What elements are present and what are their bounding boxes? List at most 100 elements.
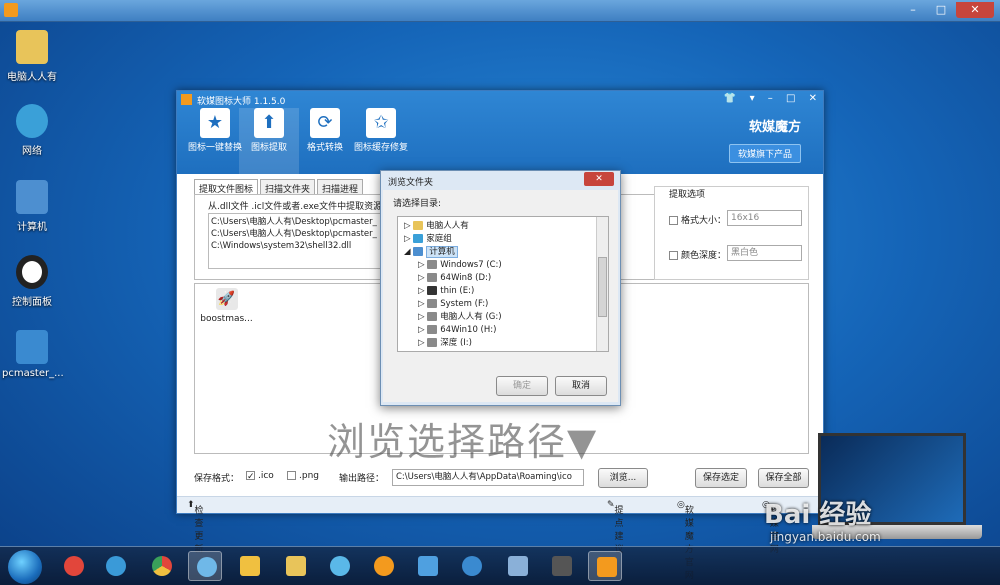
tool-label: 格式转换 (306, 143, 343, 153)
file-icon (16, 330, 48, 364)
app-icon (197, 557, 217, 577)
taskbar (0, 546, 1000, 585)
dialog-cancel-button[interactable]: 取消 (555, 376, 607, 396)
desktop-icon-user-folder[interactable]: 电脑人人有 (2, 30, 62, 83)
tree-scrollbar[interactable] (596, 217, 608, 351)
feedback-link[interactable]: ✎ 提点建议 (607, 500, 624, 555)
dialog-close-button[interactable]: ✕ (584, 172, 614, 186)
depth-checkbox[interactable] (669, 251, 678, 260)
tool-icon-extract[interactable]: ⬆ 图标提取 (239, 108, 299, 174)
app-window-controls: 👕 ▾ – □ ✕ (714, 93, 817, 104)
tree-item[interactable]: ▷ thin (E:) (418, 285, 474, 297)
desktop-icon-computer[interactable]: 计算机 (2, 180, 62, 233)
save-bar: 保存格式： ✓ .ico .png 输出路径： C:\Users\电脑人人有\Ap… (194, 467, 809, 489)
drive-icon (427, 338, 438, 347)
tree-item[interactable]: ▷ 家庭组 (404, 233, 452, 245)
ico-option[interactable]: ✓ .ico (246, 471, 274, 482)
tree-item[interactable]: ▷ System (F:) (418, 298, 488, 310)
depth-option-row: 颜色深度： 黑白色 (669, 245, 802, 261)
browse-button[interactable]: 浏览... (598, 468, 648, 488)
app-icon (330, 556, 350, 576)
close-button[interactable]: ✕ (809, 93, 817, 104)
skin-icon[interactable]: 👕 (724, 93, 736, 104)
source-paths-list[interactable]: C:\Users\电脑人人有\Desktop\pcmaster_ C:\User… (208, 213, 392, 269)
instruction-overlay: 浏览选择路径▼ (327, 420, 599, 464)
start-button[interactable] (8, 550, 42, 584)
depth-label: 颜色深度： (681, 251, 727, 261)
taskbar-app-10[interactable] (454, 551, 488, 581)
size-checkbox[interactable] (669, 216, 678, 225)
taskbar-app-11[interactable] (500, 551, 534, 581)
extract-options-box (654, 186, 809, 280)
tree-item[interactable]: ▷ 电脑人人有 (404, 220, 469, 232)
tool-format-convert[interactable]: ⟳ 格式转换 (295, 108, 355, 154)
menu-icon[interactable]: ▾ (750, 93, 755, 104)
tool-one-click-replace[interactable]: ★ 图标一键替换 (185, 108, 245, 154)
app-icon[interactable] (4, 3, 18, 17)
site-link-1[interactable]: ◎ 软媒魔方官网 (677, 500, 694, 581)
brand-title: 软媒魔方 (748, 120, 801, 135)
folder-tree[interactable]: ▷ 电脑人人有 ▷ 家庭组 ◢ 计算机 ▷ Windows7 (C:) ▷ 64… (397, 216, 609, 352)
save-all-button[interactable]: 保存全部 (758, 468, 809, 488)
tree-item[interactable]: ▷ 深度 (I:) (418, 337, 472, 349)
desktop-icon-pcmaster[interactable]: pcmaster_... (2, 330, 64, 379)
desktop-icon-label: 计算机 (17, 222, 47, 233)
scrollbar-thumb[interactable] (598, 257, 607, 317)
drive-icon (427, 286, 438, 295)
folder-icon (16, 30, 48, 64)
upload-arrow-icon: ⬆ (254, 108, 284, 138)
check-update-link[interactable]: ⬆ 检查更新 (187, 500, 204, 555)
tree-item-label: 64Win8 (D:) (440, 273, 492, 283)
taskbar-app-8[interactable] (366, 551, 400, 581)
png-option[interactable]: .png (287, 471, 319, 481)
maximize-button[interactable]: □ (928, 2, 954, 18)
taskbar-app-12[interactable] (544, 551, 578, 581)
tree-item-selected[interactable]: ◢ 计算机 (404, 246, 458, 258)
extracted-icon-item[interactable]: 🚀 boostmas... (199, 288, 254, 324)
extract-options-title: 提取选项 (669, 190, 706, 200)
tree-item[interactable]: ▷ 64Win10 (H:) (418, 324, 496, 336)
desktop-icon-network[interactable]: 网络 (2, 104, 62, 157)
computer-icon (413, 247, 424, 256)
maximize-button[interactable]: □ (786, 93, 795, 104)
icon-master-icon (597, 557, 617, 577)
size-select[interactable]: 16x16 (727, 210, 802, 226)
dialog-ok-button[interactable]: 确定 (496, 376, 548, 396)
app-icon (418, 556, 438, 576)
taskbar-app-13[interactable] (588, 551, 622, 581)
close-button[interactable]: ✕ (956, 2, 994, 18)
source-path: C:\Windows\system32\shell32.dll (211, 241, 352, 251)
taskbar-ie[interactable] (98, 551, 132, 581)
taskbar-app-9[interactable] (410, 551, 444, 581)
tree-item-label: 电脑人人有 (426, 221, 469, 231)
drive-icon (427, 312, 438, 321)
tree-item[interactable]: ▷ 64Win8 (D:) (418, 272, 491, 284)
app-title: 软媒图标大师 1.1.5.0 (197, 97, 286, 107)
save-selected-button[interactable]: 保存选定 (695, 468, 747, 488)
minimize-button[interactable]: – (900, 2, 926, 18)
taskbar-explorer[interactable] (278, 551, 312, 581)
star-icon: ★ (200, 108, 230, 138)
tool-cache-repair[interactable]: ✩ 图标缓存修复 (351, 108, 411, 154)
ico-checkbox[interactable]: ✓ (246, 471, 255, 482)
refresh-icon: ⟳ (310, 108, 340, 138)
tree-item-label: 深度 (I:) (440, 338, 472, 348)
taskbar-app-5[interactable] (232, 551, 266, 581)
desktop-icon-control-panel[interactable]: 控制面板 (2, 255, 62, 308)
output-path-label: 输出路径： (339, 474, 385, 484)
desktop-icon-label: 电脑人人有 (7, 72, 57, 83)
tool-label: 图标提取 (250, 143, 287, 153)
minimize-button[interactable]: – (768, 93, 773, 104)
output-path-field[interactable]: C:\Users\电脑人人有\AppData\Roaming\ico (392, 469, 584, 486)
brand-products-button[interactable]: 软媒旗下产品 (728, 144, 801, 163)
taskbar-app-7[interactable] (322, 551, 356, 581)
tree-item[interactable]: ▷ 电脑人人有 (G:) (418, 311, 502, 323)
taskbar-app-1[interactable] (56, 551, 90, 581)
depth-select[interactable]: 黑白色 (727, 245, 802, 261)
drive-icon (427, 325, 438, 334)
taskbar-chrome[interactable] (144, 551, 178, 581)
png-checkbox[interactable] (287, 471, 296, 480)
tree-item[interactable]: ▷ Windows7 (C:) (418, 259, 502, 271)
taskbar-app-4[interactable] (188, 551, 222, 581)
app-header: 软媒图标大师 1.1.5.0 👕 ▾ – □ ✕ ★ 图标一键替换 ⬆ 图标提取… (177, 91, 823, 174)
